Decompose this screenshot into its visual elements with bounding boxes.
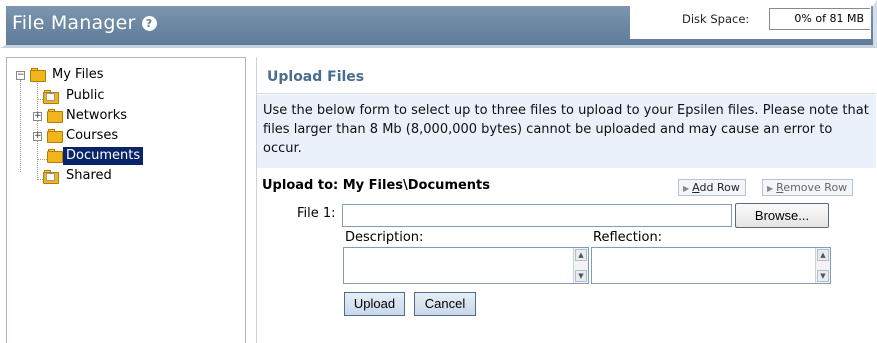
upload-destination: Upload to: My Files\Documents xyxy=(262,178,491,193)
shared-folder-icon xyxy=(43,90,59,104)
scroll-up-icon[interactable]: ▲ xyxy=(575,249,587,261)
scrollbar[interactable]: ▲ ▼ xyxy=(573,248,588,283)
folder-icon xyxy=(47,149,63,163)
description-label: Description: xyxy=(345,230,424,245)
expand-icon[interactable]: + xyxy=(33,132,42,141)
cancel-button[interactable]: Cancel xyxy=(414,292,476,316)
shared-folder-icon xyxy=(43,170,59,184)
reflection-textarea[interactable]: ▲ ▼ xyxy=(591,247,831,284)
upload-panel: Upload Files Use the below form to selec… xyxy=(256,57,877,343)
tree-item-shared[interactable]: Shared xyxy=(7,167,245,185)
disk-space-value: 0% of 81 MB xyxy=(769,8,870,30)
tree-item-label-selected: Documents xyxy=(63,147,144,165)
add-row-button[interactable]: ▶ Add Row xyxy=(678,179,746,196)
description-textarea[interactable]: ▲ ▼ xyxy=(343,247,589,284)
tree-item-label: Networks xyxy=(66,108,128,123)
folder-icon xyxy=(30,68,46,82)
tree-item-networks[interactable]: + Networks xyxy=(7,107,245,125)
tree-item-courses[interactable]: + Courses xyxy=(7,127,245,145)
scrollbar[interactable]: ▲ ▼ xyxy=(815,248,830,283)
panel-title: Upload Files xyxy=(257,57,876,94)
remove-row-button[interactable]: ▶ Remove Row xyxy=(762,179,854,196)
app-title-text: File Manager xyxy=(12,12,136,34)
file1-path-input[interactable] xyxy=(342,204,732,227)
tree-item-documents[interactable]: Documents xyxy=(7,147,245,165)
expand-icon[interactable]: + xyxy=(33,112,42,121)
add-row-label: dd Row xyxy=(699,181,740,194)
app-title: File Manager? xyxy=(12,12,157,34)
tree-item-public[interactable]: Public xyxy=(7,87,245,105)
folder-tree: − My Files Public + Networks + Courses D… xyxy=(6,57,246,343)
remove-row-label: emove Row xyxy=(783,181,848,194)
tree-item-label: Public xyxy=(66,88,105,103)
tree-item-label: Courses xyxy=(66,128,119,143)
tree-item-my-files[interactable]: − My Files xyxy=(7,66,245,84)
scroll-down-icon[interactable]: ▼ xyxy=(817,270,829,282)
scroll-up-icon[interactable]: ▲ xyxy=(817,249,829,261)
tree-item-label: Shared xyxy=(66,168,112,183)
upload-button[interactable]: Upload xyxy=(344,292,405,316)
browse-button[interactable]: Browse... xyxy=(735,203,829,228)
tree-item-label: My Files xyxy=(52,67,104,82)
collapse-icon[interactable]: − xyxy=(16,71,25,80)
disk-space-area: Disk Space: 0% of 81 MB xyxy=(630,0,871,39)
upload-instructions: Use the below form to select up to three… xyxy=(257,95,876,168)
file1-label: File 1: xyxy=(297,206,336,221)
triangle-right-icon: ▶ xyxy=(767,184,774,193)
disk-space-label: Disk Space: xyxy=(682,12,750,26)
folder-icon xyxy=(47,109,63,123)
folder-icon xyxy=(47,129,63,143)
help-icon[interactable]: ? xyxy=(141,16,157,31)
add-row-accesskey: A xyxy=(692,181,700,194)
triangle-right-icon: ▶ xyxy=(683,184,690,193)
scroll-down-icon[interactable]: ▼ xyxy=(575,270,587,282)
reflection-label: Reflection: xyxy=(593,230,663,245)
